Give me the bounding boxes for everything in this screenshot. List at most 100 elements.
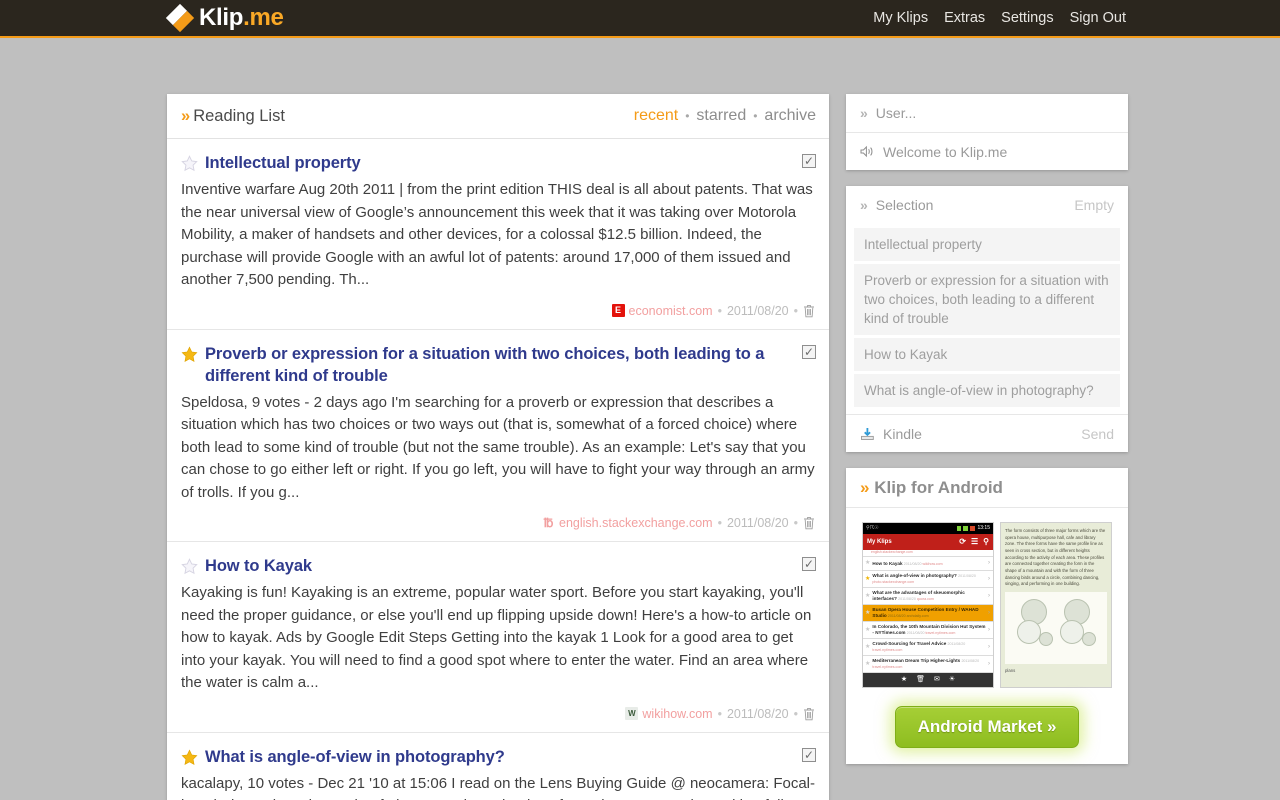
- phone-list-item[interactable]: ★ How to Kayak 2011/08/20 wikihow.com ›: [863, 557, 993, 571]
- selection-panel: » Selection Empty Intellectual property …: [846, 186, 1128, 452]
- article-item[interactable]: Proverb or expression for a situation wi…: [167, 330, 829, 542]
- reader-body-text: The form consists of three major forms w…: [1005, 528, 1106, 587]
- trash-icon: 🗑: [916, 675, 925, 683]
- meta-separator: •: [717, 706, 722, 721]
- article-meta: ℔ english.stackexchange.com • 2011/08/20…: [181, 513, 815, 533]
- article-source-label: economist.com: [628, 303, 713, 318]
- article-meta: W wikihow.com • 2011/08/20 •: [181, 704, 815, 724]
- chevron-right-icon: ›: [988, 592, 990, 599]
- speaker-icon: [860, 145, 873, 158]
- phone-list-item[interactable]: ★ Mediterranean Dream Trip Higher-Lights…: [863, 655, 993, 673]
- phone-app-bar-title: My Klips: [867, 538, 892, 545]
- nav-settings[interactable]: Settings: [1001, 10, 1053, 26]
- stackexchange-favicon-icon: ℔: [543, 515, 554, 530]
- article-checkbox[interactable]: ✓: [802, 154, 816, 168]
- trash-icon[interactable]: [803, 707, 815, 721]
- phone-list-item[interactable]: ★ What is angle-of-view in photography? …: [863, 571, 993, 588]
- phone-item-title: Mediterranean Dream Trip Higher-Lights: [872, 657, 961, 663]
- selection-title: Selection: [875, 197, 934, 213]
- article-title[interactable]: Intellectual property: [205, 152, 361, 174]
- phone-list-item[interactable]: ★ In Colorado, the 10th Mountain Divisio…: [863, 621, 993, 639]
- nav-my-klips[interactable]: My Klips: [873, 10, 928, 26]
- search-icon: ⚲: [983, 536, 989, 546]
- announcement-row[interactable]: Welcome to Klip.me: [846, 132, 1128, 170]
- nav-sign-out[interactable]: Sign Out: [1070, 10, 1126, 26]
- floorplan-diagram-icon: [1015, 598, 1055, 658]
- android-panel-title-label: Klip for Android: [874, 477, 1003, 497]
- article-meta: E economist.com • 2011/08/20 •: [181, 301, 815, 321]
- user-panel: » User... Welcome to Klip.me: [846, 94, 1128, 170]
- diamond-icon: [165, 3, 195, 33]
- filter-separator: •: [753, 109, 758, 123]
- article-source[interactable]: E economist.com: [611, 303, 713, 318]
- brand-name-suffix: .me: [243, 4, 284, 31]
- phone-status-bar: ⚲☈☉ 13:15: [863, 523, 993, 534]
- article-item[interactable]: What is angle-of-view in photography? ✓ …: [167, 733, 829, 800]
- phone-list-item-selected[interactable]: ★ Busan Opera House Competition Entry / …: [863, 604, 993, 622]
- article-item[interactable]: Intellectual property ✓ Inventive warfar…: [167, 139, 829, 330]
- star-icon: ★: [865, 609, 871, 616]
- selection-item[interactable]: Intellectual property: [854, 228, 1120, 261]
- star-outline-icon[interactable]: [181, 558, 198, 575]
- filter-starred[interactable]: starred: [696, 107, 746, 125]
- reading-list-panel: » Reading List recent • starred • archive…: [167, 94, 829, 800]
- meta-separator: •: [793, 303, 798, 318]
- chevron-right-icon: ›: [988, 626, 990, 633]
- nav-extras[interactable]: Extras: [944, 10, 985, 26]
- article-excerpt: Kayaking is fun! Kayaking is an extreme,…: [181, 584, 812, 691]
- reader-figure-image: [1005, 591, 1107, 664]
- selection-header: » Selection Empty: [846, 186, 1128, 224]
- trash-icon[interactable]: [803, 304, 815, 318]
- chevron-icon: »: [860, 197, 868, 213]
- star-filled-icon[interactable]: [181, 748, 198, 766]
- floorplan-diagram-icon: [1058, 598, 1098, 658]
- star-filled-icon[interactable]: [181, 345, 198, 363]
- article-date: 2011/08/20: [726, 303, 789, 318]
- phone-item-meta: 2011/08/20 quora.com: [898, 596, 934, 601]
- star-icon: ★: [865, 643, 871, 650]
- globe-icon: ☀: [948, 675, 956, 683]
- article-title[interactable]: Proverb or expression for a situation wi…: [205, 343, 789, 387]
- star-outline-icon[interactable]: [181, 155, 198, 172]
- selection-status: Empty: [1074, 197, 1114, 213]
- selection-device-label: Kindle: [883, 425, 922, 442]
- android-market-button[interactable]: Android Market »: [894, 705, 1080, 748]
- meta-separator: •: [793, 706, 798, 721]
- selection-item[interactable]: What is angle-of-view in photography?: [854, 374, 1120, 407]
- phone-toolbar: ★ 🗑 ✉ ☀: [863, 672, 993, 687]
- article-checkbox[interactable]: ✓: [802, 557, 816, 571]
- phone-status-right: 13:15: [957, 525, 990, 532]
- phone-app-bar-icons: ⟳ ☰ ⚲: [959, 537, 989, 548]
- article-header: How to Kayak: [181, 555, 815, 577]
- selection-item[interactable]: How to Kayak: [854, 338, 1120, 371]
- chevron-right-icon: ›: [988, 560, 990, 567]
- android-panel: » Klip for Android ⚲☈☉ 13:15 My Klips ⟳ …: [846, 468, 1128, 764]
- reader-screenshot: The form consists of three major forms w…: [1000, 522, 1112, 688]
- phone-list-item[interactable]: ★ What are the advantages of skeuomorphi…: [863, 587, 993, 605]
- article-excerpt: kacalapy, 10 votes - Dec 21 '10 at 15:06…: [181, 774, 816, 800]
- top-bar: Klip.me My Klips Extras Settings Sign Ou…: [0, 0, 1280, 38]
- filter-recent[interactable]: recent: [634, 107, 678, 125]
- article-checkbox[interactable]: ✓: [802, 344, 816, 359]
- mail-icon: ✉: [934, 675, 940, 683]
- filter-archive[interactable]: archive: [764, 107, 816, 125]
- star-icon: ★: [865, 592, 871, 599]
- user-row[interactable]: » User...: [846, 94, 1128, 132]
- send-button[interactable]: Send: [1081, 426, 1114, 442]
- user-label: User...: [875, 105, 917, 121]
- article-title[interactable]: What is angle-of-view in photography?: [205, 746, 505, 768]
- article-checkbox[interactable]: ✓: [802, 747, 816, 762]
- meta-separator: •: [717, 516, 722, 530]
- phone-list-item[interactable]: ★ Crowd-Sourcing for Travel Advice 2011/…: [863, 638, 993, 656]
- brand-logo[interactable]: Klip.me: [165, 3, 284, 33]
- menu-icon: ☰: [970, 536, 979, 546]
- article-item[interactable]: How to Kayak ✓ Kayaking is fun! Kayaking…: [167, 542, 829, 733]
- selection-item[interactable]: Proverb or expression for a situation wi…: [854, 264, 1120, 335]
- article-source[interactable]: ℔ english.stackexchange.com: [542, 516, 713, 530]
- market-button-wrap: Android Market »: [858, 705, 1116, 748]
- phone-partial-row: english.stackexchange.com: [863, 550, 993, 557]
- chevron-right-icon: ›: [988, 643, 990, 650]
- article-title[interactable]: How to Kayak: [205, 555, 312, 577]
- article-source[interactable]: W wikihow.com: [625, 707, 713, 721]
- trash-icon[interactable]: [803, 516, 815, 530]
